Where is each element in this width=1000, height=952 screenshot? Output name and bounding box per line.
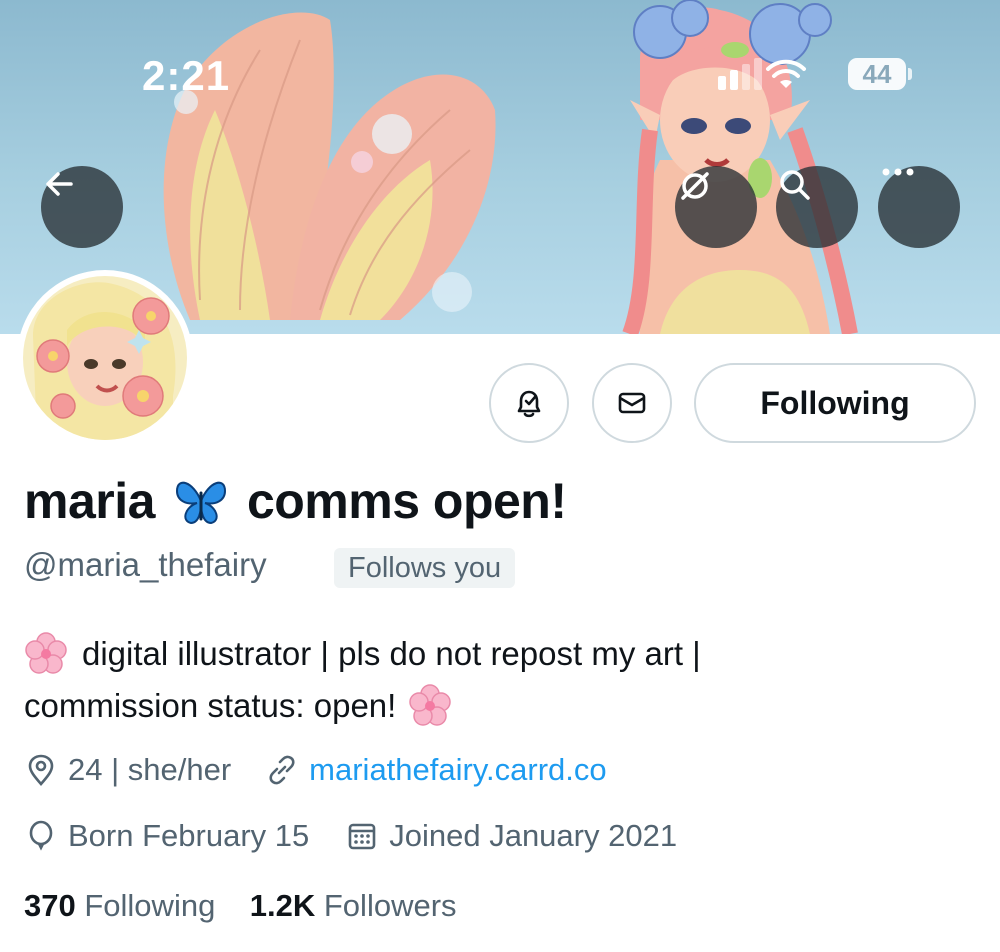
display-name: maria comms open! [24, 472, 567, 530]
envelope-icon [618, 392, 646, 414]
link-icon [265, 753, 299, 787]
profile-joined: Joined January 2021 [389, 818, 678, 853]
profile-bio: digital illustrator | pls do not repost … [24, 628, 964, 732]
bio-line-2: commission status: open! [24, 680, 964, 732]
avatar-illustration [23, 276, 187, 440]
profile-location: 24 | she/her [68, 752, 232, 787]
bio-text-2: commission status: open! [24, 687, 397, 724]
following-count: 370 [24, 888, 76, 923]
followers-label: Followers [323, 888, 457, 923]
following-stat[interactable]: 370 Following [24, 888, 215, 923]
status-icons: 44 [716, 58, 916, 94]
battery-indicator: 44 [848, 58, 906, 90]
profile-birthday: Born February 15 [68, 818, 310, 853]
cherry-blossom-icon [24, 632, 68, 676]
more-button[interactable] [878, 166, 960, 248]
followers-count: 1.2K [249, 888, 316, 923]
notifications-button[interactable] [489, 363, 569, 443]
bio-text-1: digital illustrator | pls do not repost … [82, 635, 701, 672]
search-icon [780, 170, 810, 200]
retweets-off-button[interactable] [675, 166, 757, 248]
profile-website-link[interactable]: mariathefairy.carrd.co [309, 752, 606, 788]
message-button[interactable] [592, 363, 672, 443]
balloon-icon [24, 819, 58, 853]
bio-line-1: digital illustrator | pls do not repost … [24, 628, 964, 680]
followers-stat[interactable]: 1.2K Followers [250, 888, 457, 923]
back-arrow-icon [46, 172, 73, 196]
back-button[interactable] [41, 166, 123, 248]
butterfly-icon [173, 477, 229, 525]
calendar-icon [345, 819, 379, 853]
profile-avatar[interactable] [17, 270, 193, 446]
signal-wifi-icon [718, 58, 806, 90]
search-button[interactable] [776, 166, 858, 248]
display-name-part2: comms open! [246, 473, 567, 529]
profile-handle: @maria_thefairy [24, 546, 267, 583]
location-pin-icon [24, 753, 58, 787]
following-label: Following [84, 888, 216, 923]
following-button[interactable]: Following [694, 363, 976, 443]
display-name-part1: maria [24, 473, 155, 529]
follows-you-badge: Follows you [334, 548, 516, 588]
status-time: 2:21 [142, 52, 231, 99]
cherry-blossom-icon [408, 684, 452, 728]
bell-check-icon [517, 390, 541, 418]
more-icon [882, 168, 914, 176]
battery-tip [908, 68, 912, 80]
profile-meta-row-1: 24 | she/her mariathefairy.carrd.co [24, 752, 607, 788]
retweets-off-icon [681, 172, 709, 200]
profile-meta-row-2: Born February 15 Joined January 2021 [24, 818, 677, 854]
profile-stats: 370 Following 1.2K Followers [24, 888, 457, 924]
